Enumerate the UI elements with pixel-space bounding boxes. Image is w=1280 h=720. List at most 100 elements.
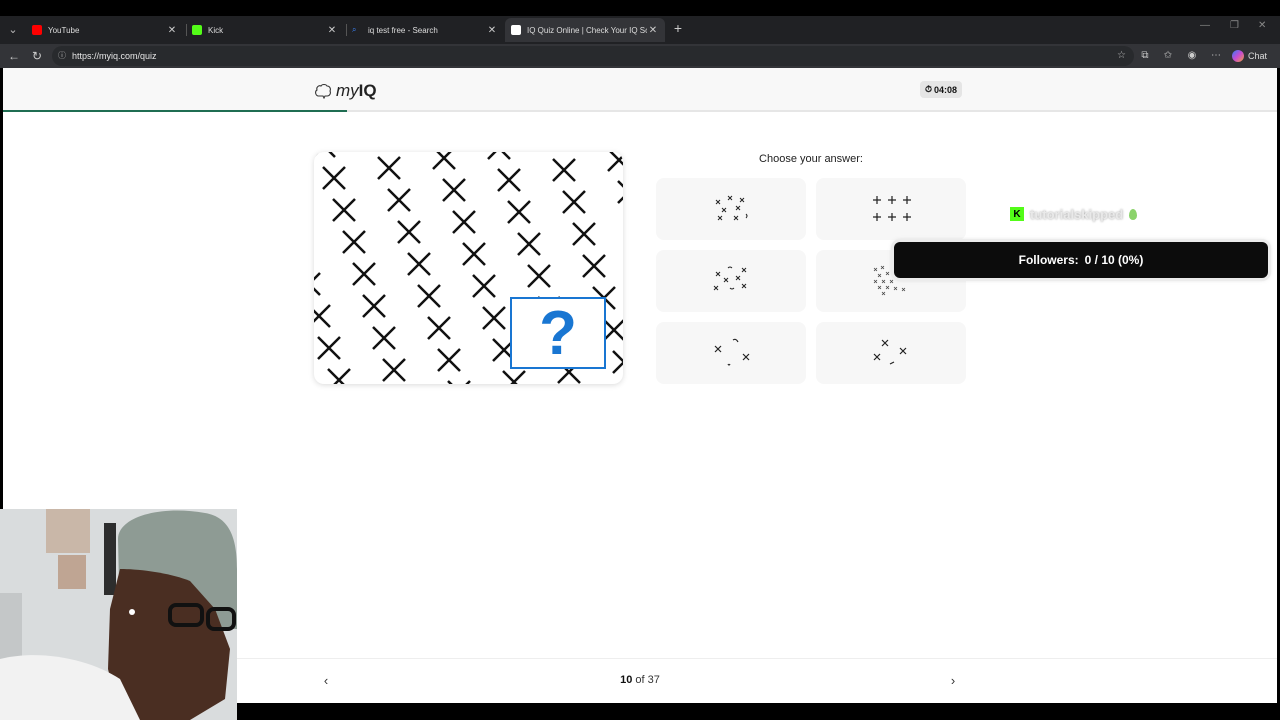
tab-kick[interactable]: Kick ✕ — [186, 18, 344, 42]
puzzle-cross — [447, 380, 471, 384]
myiq-logo[interactable]: myIQ — [314, 81, 377, 101]
copilot-icon — [1232, 50, 1244, 62]
tab-title: YouTube — [48, 25, 80, 35]
puzzle-cross — [322, 166, 346, 190]
more-menu-icon[interactable]: ⋯ — [1208, 48, 1224, 64]
puzzle-cross — [417, 284, 441, 308]
extensions-icon[interactable]: ⧉ — [1137, 48, 1153, 64]
puzzle-cross — [314, 304, 331, 328]
webcam-person-image — [0, 509, 237, 720]
puzzle-cross — [407, 252, 431, 276]
minimize-icon[interactable]: — — [1200, 20, 1210, 31]
followers-value: 0 / 10 (0%) — [1084, 253, 1144, 267]
puzzle-cross — [327, 368, 351, 384]
prev-chevron-icon[interactable]: ‹ — [316, 671, 336, 691]
tab-iq-quiz[interactable]: IQ Quiz Online | Check Your IQ Sc ✕ — [505, 18, 665, 42]
progress-track — [3, 110, 1277, 112]
puzzle-cross — [387, 188, 411, 212]
quiz-timer: ⏱ 04:08 — [920, 81, 963, 98]
kick-logo-icon: K — [1010, 207, 1024, 221]
puzzle-cross — [432, 152, 456, 170]
answer-option-5[interactable] — [656, 322, 806, 384]
puzzle-cross — [314, 152, 336, 158]
puzzle-cross — [562, 190, 586, 214]
puzzle-cross — [342, 230, 366, 254]
puzzle-cross — [362, 294, 386, 318]
puzzle-cross — [612, 350, 623, 374]
total-questions: 37 — [647, 674, 660, 686]
puzzle-cross — [502, 370, 526, 384]
tab-title: IQ Quiz Online | Check Your IQ Sc — [527, 25, 647, 35]
close-icon[interactable]: ✕ — [166, 25, 178, 36]
favorite-star-icon[interactable]: ☆ — [1117, 46, 1126, 66]
screen-top-bar — [0, 0, 1280, 16]
next-chevron-icon[interactable]: › — [943, 671, 963, 691]
puzzle-cross — [572, 222, 596, 246]
puzzle-cross — [382, 358, 406, 382]
puzzle-cross — [517, 232, 541, 256]
brain-icon — [315, 83, 331, 99]
pager-of: of — [635, 674, 645, 686]
browser-toolbar: ← ↻ ⓘ https://myiq.com/quiz ☆ ⧉ ✩ ◉ ⋯ Ch… — [0, 44, 1280, 68]
puzzle-cross — [527, 264, 551, 288]
puzzle-cross — [607, 152, 623, 172]
puzzle-cross — [397, 220, 421, 244]
missing-piece-box: ? — [510, 297, 606, 369]
brand-name: myIQ — [336, 81, 377, 101]
puzzle-cross — [314, 272, 321, 296]
answer-option-1[interactable] — [656, 178, 806, 240]
puzzle-cross — [317, 336, 341, 360]
kick-icon — [192, 25, 202, 35]
puzzle-cross — [462, 242, 486, 266]
puzzle-cross — [437, 348, 461, 372]
answer-pattern-icon — [873, 339, 907, 365]
answer-pattern-icon — [873, 196, 911, 221]
answer-option-2[interactable] — [816, 178, 966, 240]
url-text: https://myiq.com/quiz — [72, 51, 157, 61]
tab-title: iq test free - Search — [368, 25, 438, 35]
puzzle-cross — [582, 254, 606, 278]
answer-pattern-icon — [714, 338, 750, 366]
back-arrow-icon[interactable]: ← — [6, 48, 22, 64]
restore-icon[interactable]: ❐ — [1230, 20, 1239, 31]
current-question: 10 — [620, 674, 633, 686]
puzzle-cross — [602, 318, 623, 342]
progress-fill — [3, 110, 347, 112]
window-close-icon[interactable]: ✕ — [1258, 20, 1266, 31]
answer-option-3[interactable] — [656, 250, 806, 312]
tab-list-chevron-icon[interactable]: ⌄ — [4, 22, 22, 38]
quiz-header: myIQ ⏱ 04:08 — [3, 68, 1277, 112]
myiq-favicon-icon — [511, 25, 521, 35]
puzzle-cross — [472, 274, 496, 298]
choose-answer-label: Choose your answer: — [759, 153, 863, 165]
brand-suffix: IQ — [358, 81, 377, 100]
stream-kick-overlay: K tutorialskipped — [1010, 206, 1138, 222]
youtube-icon — [32, 25, 42, 35]
followers-label: Followers: — [1018, 253, 1079, 267]
tab-youtube[interactable]: YouTube ✕ — [26, 18, 184, 42]
site-info-icon[interactable]: ⓘ — [58, 46, 66, 66]
address-bar[interactable]: ⓘ https://myiq.com/quiz ☆ — [52, 46, 1134, 66]
chat-label: Chat — [1248, 51, 1268, 61]
stopwatch-icon: ⏱ — [925, 84, 933, 94]
puzzle-cross — [497, 168, 521, 192]
puzzle-cross — [552, 158, 576, 182]
timer-value: 04:08 — [934, 84, 958, 95]
drop-icon — [1129, 208, 1138, 220]
puzzle-cross — [507, 200, 531, 224]
close-icon[interactable]: ✕ — [326, 25, 338, 36]
favorites-icon[interactable]: ✩ — [1160, 48, 1176, 64]
reload-icon[interactable]: ↻ — [29, 48, 45, 64]
close-icon[interactable]: ✕ — [486, 25, 498, 36]
profile-avatar-icon[interactable]: ◉ — [1184, 48, 1200, 64]
puzzle-cross — [452, 210, 476, 234]
puzzle-cross — [372, 326, 396, 350]
copilot-chat-button[interactable]: Chat — [1232, 48, 1267, 64]
new-tab-plus-icon[interactable]: + — [670, 18, 686, 38]
tab-search[interactable]: ⌕ iq test free - Search ✕ — [346, 18, 504, 42]
close-icon[interactable]: ✕ — [647, 25, 659, 36]
puzzle-image: ? — [314, 152, 623, 384]
puzzle-cross — [427, 316, 451, 340]
puzzle-cross — [442, 178, 466, 202]
answer-option-6[interactable] — [816, 322, 966, 384]
